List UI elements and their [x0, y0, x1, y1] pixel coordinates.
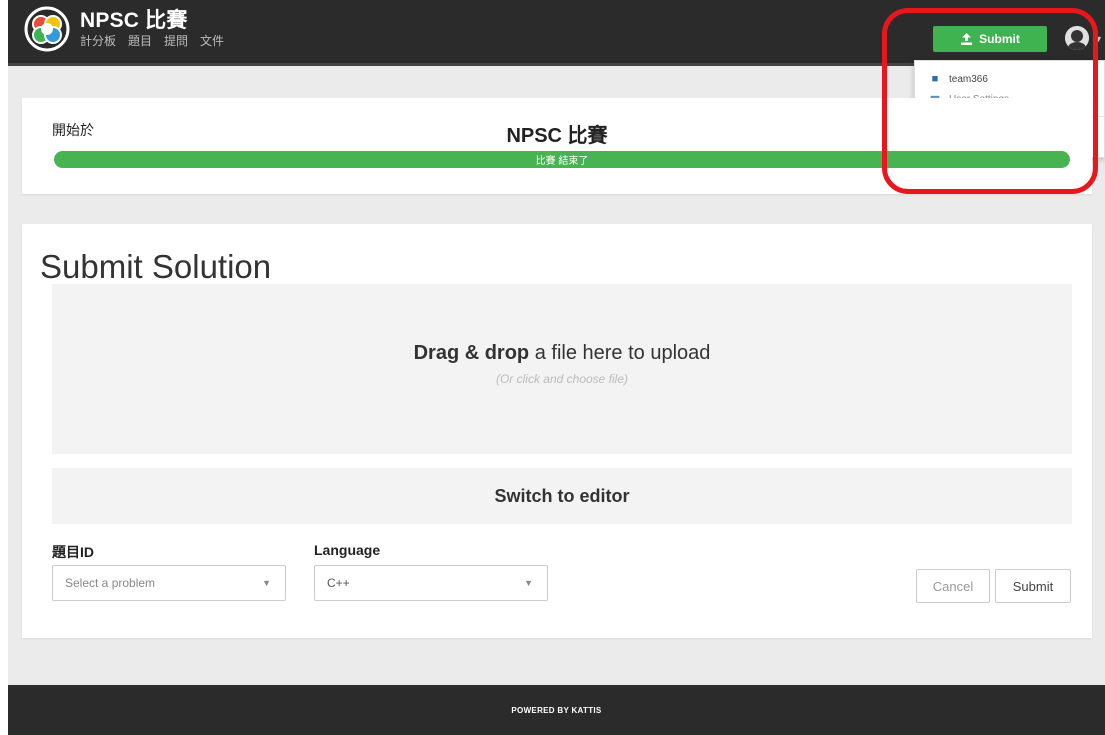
chevron-down-icon: ▼ [524, 578, 533, 588]
submit-button[interactable]: Submit [995, 569, 1071, 603]
chevron-down-icon: ▼ [262, 578, 271, 588]
language-select[interactable]: C++ ▼ [314, 565, 548, 601]
contest-progress-text: 比賽 結束了 [535, 156, 589, 167]
brand-title[interactable]: NPSC 比賽 [80, 4, 188, 34]
dropzone-main-text: Drag & drop a file here to upload [52, 342, 1072, 365]
dropzone-bold-text: Drag & drop [413, 342, 530, 364]
kattis-logo-icon[interactable] [24, 6, 70, 52]
cancel-button[interactable]: Cancel [916, 569, 990, 603]
problem-select[interactable]: Select a problem ▼ [52, 565, 286, 601]
nav-link-scoreboard[interactable]: 計分板 [80, 32, 116, 49]
dropzone-rest-text: a file here to upload [534, 342, 711, 364]
nav-link-problems[interactable]: 題目 [128, 32, 152, 49]
language-select-value: C++ [327, 576, 350, 590]
dropzone-hint: (Or click and choose file) [495, 372, 629, 386]
problem-select-placeholder: Select a problem [65, 576, 156, 590]
switch-to-editor-button[interactable]: Switch to editor [52, 468, 1072, 524]
submit-solution-heading: Submit Solution [40, 248, 272, 285]
file-dropzone[interactable]: Drag & drop a file here to upload (Or cl… [52, 284, 1072, 454]
submit-solution-card: Submit Solution Drag & drop a file here … [22, 224, 1092, 638]
nav-links: 計分板 題目 提問 文件 [80, 32, 224, 49]
language-label: Language [314, 542, 381, 558]
nav-link-docs[interactable]: 文件 [200, 32, 224, 49]
red-highlight-annotation [882, 8, 1098, 194]
footer-powered-by[interactable]: POWERED BY KATTIS [511, 706, 601, 715]
footer: POWERED BY KATTIS [8, 685, 1105, 735]
nav-link-clarifications[interactable]: 提問 [164, 32, 188, 49]
problem-id-label: 題目ID [52, 544, 94, 560]
